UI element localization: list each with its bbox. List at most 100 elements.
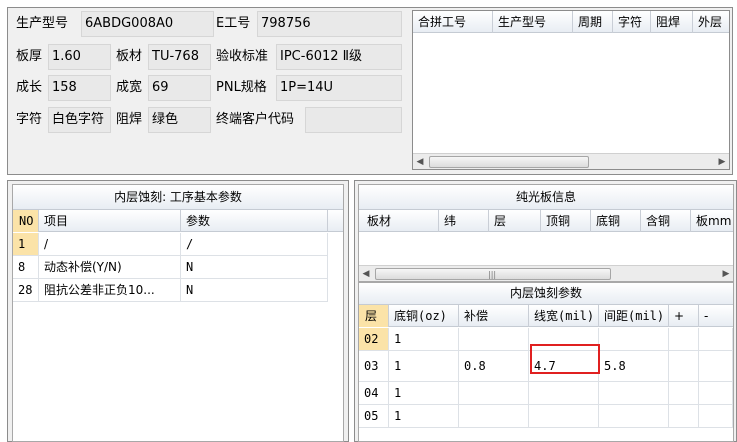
width-field[interactable]: 69 <box>148 75 211 101</box>
col-header[interactable]: 顶铜 <box>541 210 591 232</box>
col-header[interactable]: 板材 <box>359 210 439 232</box>
col-header[interactable]: 合拼工号 <box>413 11 493 33</box>
col-header-no[interactable]: NO <box>13 210 39 232</box>
row-no: 1 <box>13 233 39 256</box>
bare-board-header: 板材 纬 层 顶铜 底铜 含铜 板mm <box>359 210 733 232</box>
standard-field[interactable]: IPC-6012 Ⅱ级 <box>276 44 402 70</box>
table-row[interactable]: 04 1 <box>359 382 733 405</box>
row-plus[interactable] <box>669 405 699 428</box>
col-header-compensation[interactable]: 补偿 <box>459 305 529 327</box>
row-minus[interactable] <box>699 405 733 428</box>
process-params-grid: 内层蚀刻: 工序基本参数 NO 项目 参数 1 / / 8 动态补偿(Y/N) … <box>12 184 344 442</box>
col-header-item[interactable]: 项目 <box>39 210 181 232</box>
row-no: 8 <box>13 256 39 279</box>
eno-field[interactable]: 798756 <box>257 11 402 37</box>
row-plus[interactable] <box>669 351 699 382</box>
row-layer: 05 <box>359 405 389 428</box>
row-compensation[interactable]: 0.8 <box>459 351 529 382</box>
bare-board-scrollbar[interactable]: ◀ ||| ▶ <box>359 265 733 281</box>
table-row[interactable]: 05 1 <box>359 405 733 428</box>
pnl-label: PNL规格 <box>216 80 267 95</box>
bare-board-grid: 纯光板信息 板材 纬 层 顶铜 底铜 含铜 板mm ◀ ||| ▶ <box>358 184 734 282</box>
eno-label: E工号 <box>216 16 251 31</box>
scroll-thumb[interactable] <box>429 156 589 168</box>
row-base-copper: 1 <box>389 351 459 382</box>
row-compensation[interactable] <box>459 405 529 428</box>
bare-board-title: 纯光板信息 <box>359 185 733 210</box>
highlight-box <box>530 344 600 374</box>
table-row[interactable]: 28 阻抗公差非正负10... N <box>13 279 329 302</box>
process-params-panel: 内层蚀刻: 工序基本参数 NO 项目 参数 1 / / 8 动态补偿(Y/N) … <box>7 180 349 442</box>
arrow-right-icon[interactable]: ▶ <box>719 266 733 282</box>
col-header[interactable]: 层 <box>489 210 541 232</box>
table-row[interactable]: 1 / / <box>13 233 329 256</box>
arrow-right-icon[interactable]: ▶ <box>715 154 729 170</box>
col-header[interactable]: 底铜 <box>591 210 641 232</box>
row-spacing[interactable]: 5.8 <box>599 351 669 382</box>
scroll-thumb[interactable]: ||| <box>375 268 611 280</box>
row-base-copper: 1 <box>389 405 459 428</box>
combined-grid-header: 合拼工号 生产型号 周期 字符 阻焊 外层 <box>413 11 729 33</box>
row-minus[interactable] <box>699 382 733 405</box>
row-line-width[interactable] <box>529 382 599 405</box>
col-header-param[interactable]: 参数 <box>181 210 328 232</box>
combined-grid-scrollbar[interactable]: ◀ ▶ <box>413 153 729 169</box>
col-header[interactable]: 字符 <box>613 11 651 33</box>
row-compensation[interactable] <box>459 382 529 405</box>
customer-field[interactable] <box>305 107 402 133</box>
row-spacing[interactable] <box>599 382 669 405</box>
row-spacing[interactable] <box>599 405 669 428</box>
thickness-label: 板厚 <box>16 49 43 64</box>
table-row[interactable]: 8 动态补偿(Y/N) N <box>13 256 329 279</box>
order-info-panel: 生产型号 6ABDG008A0 E工号 798756 板厚 1.60 板材 TU… <box>7 7 733 175</box>
thickness-field[interactable]: 1.60 <box>48 44 111 70</box>
row-layer: 02 <box>359 328 389 351</box>
row-param: N <box>181 279 328 302</box>
etch-params-title: 内层蚀刻参数 <box>359 283 733 305</box>
row-spacing[interactable] <box>599 328 669 351</box>
col-header[interactable]: 生产型号 <box>493 11 573 33</box>
width-label: 成宽 <box>116 80 143 95</box>
mask-label: 阻焊 <box>116 112 143 127</box>
row-plus[interactable] <box>669 328 699 351</box>
col-header[interactable]: 阻焊 <box>651 11 693 33</box>
col-header-spacing[interactable]: 间距(mil) <box>599 305 669 327</box>
col-header[interactable]: 周期 <box>573 11 613 33</box>
row-minus[interactable] <box>699 328 733 351</box>
row-no: 28 <box>13 279 39 302</box>
row-layer: 04 <box>359 382 389 405</box>
arrow-left-icon[interactable]: ◀ <box>413 154 427 170</box>
row-layer: 03 <box>359 351 389 382</box>
row-plus[interactable] <box>669 382 699 405</box>
col-header-plus[interactable]: + <box>669 305 699 327</box>
col-header[interactable]: 含铜 <box>641 210 691 232</box>
model-label: 生产型号 <box>16 16 69 31</box>
row-compensation[interactable] <box>459 328 529 351</box>
row-param: / <box>181 233 328 256</box>
combined-orders-grid: 合拼工号 生产型号 周期 字符 阻焊 外层 ◀ ▶ <box>412 10 730 170</box>
row-item: / <box>39 233 181 256</box>
col-header-layer[interactable]: 层 <box>359 305 389 327</box>
mask-field[interactable]: 绿色 <box>148 107 211 133</box>
col-header-base-copper[interactable]: 底铜(oz) <box>389 305 459 327</box>
pnl-field[interactable]: 1P=14U <box>276 75 402 101</box>
arrow-left-icon[interactable]: ◀ <box>359 266 373 282</box>
col-header[interactable]: 外层 <box>693 11 729 33</box>
row-minus[interactable] <box>699 351 733 382</box>
char-label: 字符 <box>16 112 43 127</box>
col-header-line-width[interactable]: 线宽(mil) <box>529 305 599 327</box>
etch-grid-header: 层 底铜(oz) 补偿 线宽(mil) 间距(mil) + - <box>359 305 733 327</box>
row-line-width[interactable] <box>529 405 599 428</box>
col-header[interactable]: 板mm <box>691 210 733 232</box>
col-header-minus[interactable]: - <box>699 305 733 327</box>
process-params-title: 内层蚀刻: 工序基本参数 <box>13 185 343 210</box>
length-field[interactable]: 158 <box>48 75 111 101</box>
etch-params-grid: 内层蚀刻参数 层 底铜(oz) 补偿 线宽(mil) 间距(mil) + - 0… <box>358 282 734 442</box>
row-base-copper: 1 <box>389 328 459 351</box>
customer-label: 终端客户代码 <box>216 112 295 127</box>
material-field[interactable]: TU-768 <box>148 44 211 70</box>
model-field[interactable]: 6ABDG008A0 <box>81 11 214 37</box>
char-field[interactable]: 白色字符 <box>48 107 111 133</box>
right-panel: 纯光板信息 板材 纬 层 顶铜 底铜 含铜 板mm ◀ ||| ▶ 内层蚀刻参数… <box>354 180 737 442</box>
col-header[interactable]: 纬 <box>439 210 489 232</box>
